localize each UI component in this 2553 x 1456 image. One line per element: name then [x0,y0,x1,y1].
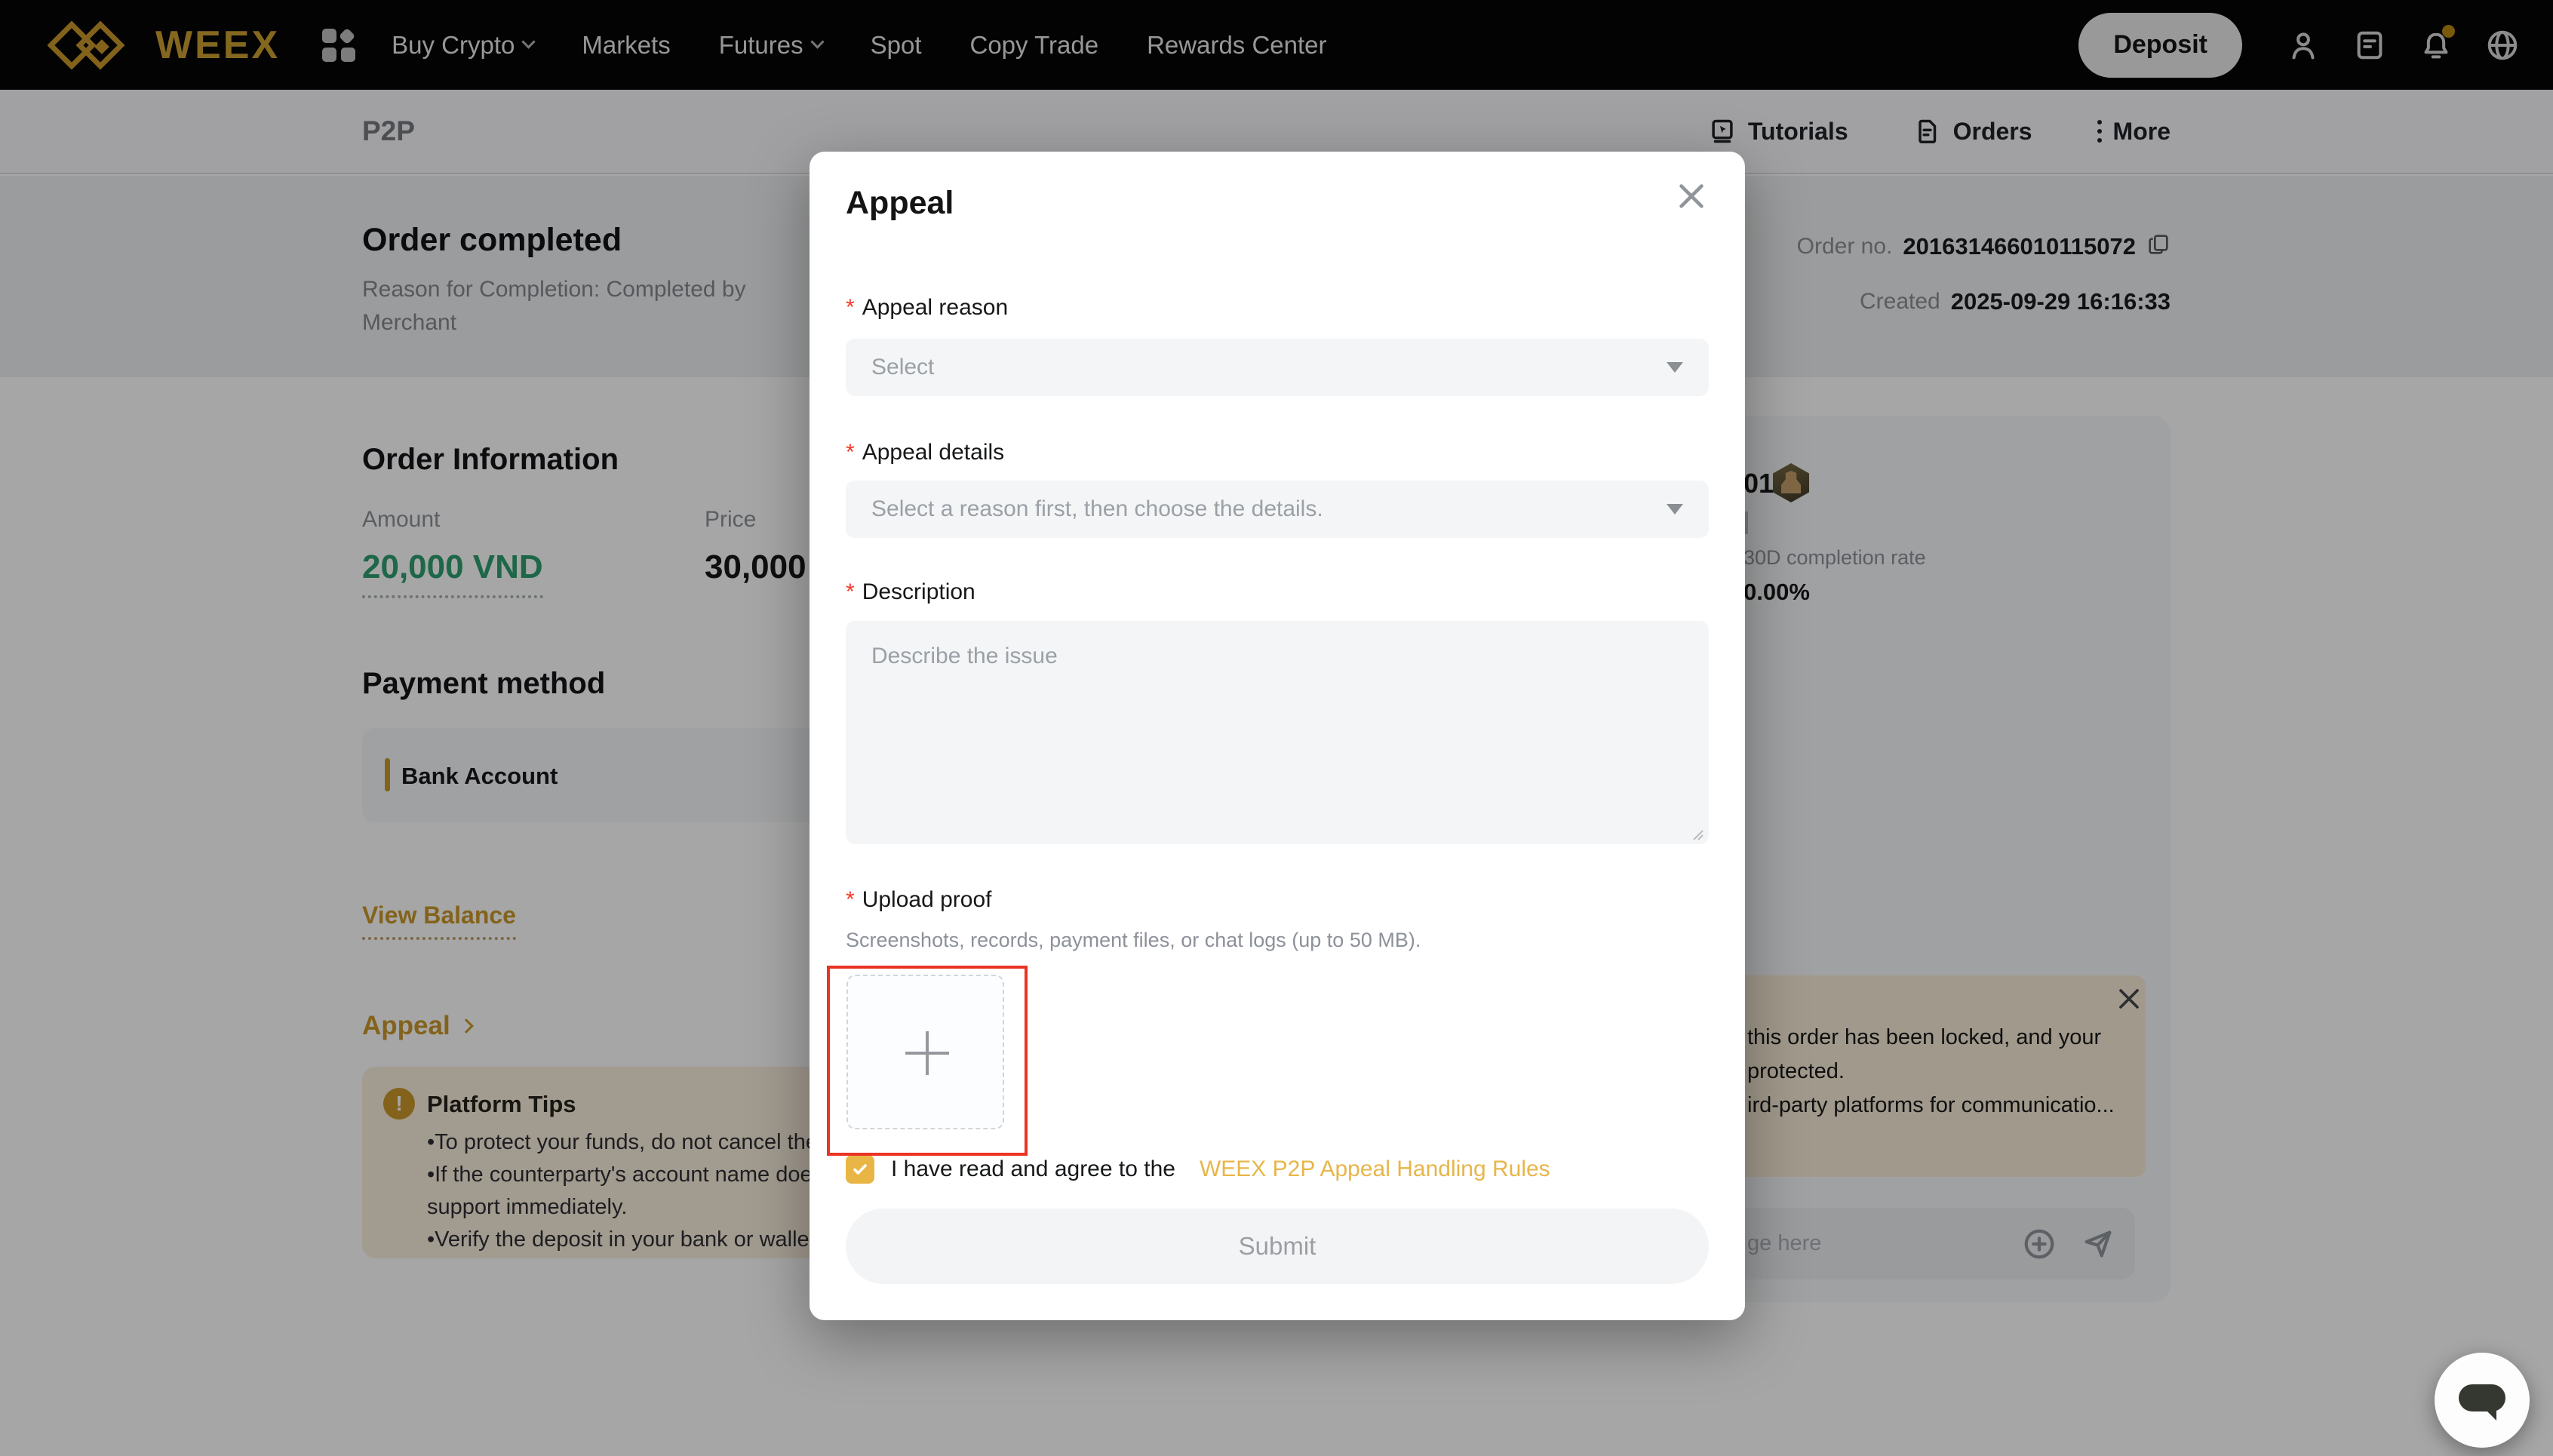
support-chat-fab[interactable] [2435,1353,2530,1448]
weex-p2p-order-page: WEEX Buy Crypto Markets Futures Spot [0,0,2553,1456]
agreement-text: I have read and agree to the [891,1157,1175,1182]
upload-proof-label-row: * Upload proof [846,887,991,913]
appeal-reason-select[interactable]: Select [846,339,1709,396]
appeal-details-label: Appeal details [862,440,1004,465]
appeal-details-select[interactable]: Select a reason first, then choose the d… [846,481,1709,538]
appeal-modal-title: Appeal [846,185,954,222]
description-textarea[interactable] [846,621,1709,844]
appeal-reason-placeholder: Select [871,355,934,380]
chat-bubble-icon [2459,1384,2505,1411]
submit-button[interactable]: Submit [846,1209,1709,1284]
required-asterisk: * [846,579,855,605]
description-label-row: * Description [846,579,975,605]
appeal-details-placeholder: Select a reason first, then choose the d… [871,496,1323,522]
select-caret-icon [1667,504,1683,515]
chat-bubble-tail [2484,1408,2496,1421]
appeal-reason-label: Appeal reason [862,295,1008,321]
appeal-details-label-row: * Appeal details [846,440,1004,465]
upload-helper-text: Screenshots, records, payment files, or … [846,929,1421,952]
agreement-checkbox[interactable] [846,1155,874,1184]
checkbox-check-icon [851,1160,869,1178]
modal-close-icon[interactable] [1674,179,1709,213]
plus-icon [926,1031,929,1075]
appeal-rules-link[interactable]: WEEX P2P Appeal Handling Rules [1200,1157,1550,1182]
upload-proof-label: Upload proof [862,887,992,913]
required-asterisk: * [846,887,855,913]
required-asterisk: * [846,440,855,465]
required-asterisk: * [846,295,855,321]
select-caret-icon [1667,362,1683,373]
agreement-row: I have read and agree to the WEEX P2P Ap… [846,1155,1550,1184]
appeal-reason-label-row: * Appeal reason [846,295,1008,321]
upload-proof-tile[interactable] [846,975,1004,1129]
description-label: Description [862,579,975,605]
appeal-modal: Appeal * Appeal reason Select * Appeal d… [810,152,1745,1320]
